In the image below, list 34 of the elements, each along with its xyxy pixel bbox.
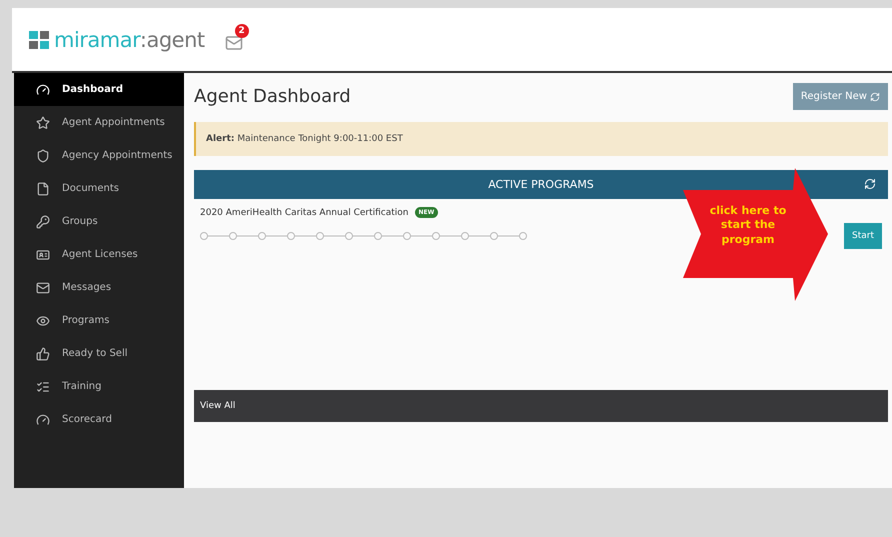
eye-icon — [36, 314, 50, 328]
mail-icon[interactable] — [224, 34, 243, 52]
refresh-icon — [870, 92, 880, 102]
refresh-icon[interactable] — [864, 178, 876, 190]
shield-icon — [36, 148, 50, 162]
sidebar-item[interactable]: Dashboard — [14, 73, 184, 106]
star-icon — [36, 116, 50, 130]
panel-header: ACTIVE PROGRAMS — [194, 170, 888, 199]
sidebar-item[interactable]: Scorecard — [14, 403, 184, 436]
sidebar-item[interactable]: Agent Appointments — [14, 106, 184, 139]
thumbs-up-icon — [36, 346, 50, 360]
file-icon — [36, 182, 50, 196]
sidebar-item[interactable]: Training — [14, 370, 184, 403]
gauge-icon — [36, 412, 50, 426]
sidebar-item[interactable]: Ready to Sell — [14, 337, 184, 370]
sidebar-item[interactable]: Programs — [14, 304, 184, 337]
mail-icon — [36, 280, 50, 294]
notification-badge: 2 — [234, 24, 249, 38]
page-title: Agent Dashboard — [194, 86, 351, 107]
sidebar-item[interactable]: Agency Appointments — [14, 139, 184, 172]
sidebar-item[interactable]: Documents — [14, 172, 184, 205]
sidebar-item[interactable]: Agent Licenses — [14, 238, 184, 271]
callout-text: click here to start the program — [708, 204, 788, 247]
sidebar-item[interactable]: Groups — [14, 205, 184, 238]
logo-icon — [28, 30, 50, 50]
alert-message: Alert: Maintenance Tonight 9:00-11:00 EST — [194, 122, 888, 156]
checklist-icon — [36, 380, 50, 394]
sidebar-item[interactable]: Messages — [14, 271, 184, 304]
id-card-icon — [36, 248, 50, 262]
gauge-icon — [36, 82, 50, 96]
logo-text: miramar:agent — [54, 28, 205, 52]
program-name: 2020 AmeriHealth Caritas Annual Certification — [200, 208, 409, 218]
view-all-link[interactable]: View All — [200, 401, 236, 411]
key-icon — [36, 214, 50, 228]
